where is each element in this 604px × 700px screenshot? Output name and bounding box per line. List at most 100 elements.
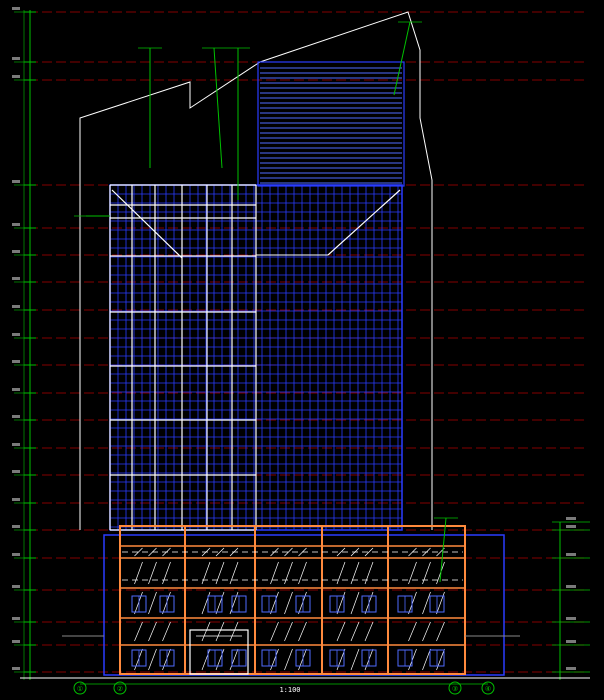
glass-hatch <box>148 561 157 585</box>
glass-hatch <box>298 648 307 671</box>
glass-hatch <box>134 621 143 642</box>
glass-hatch <box>436 591 445 615</box>
left-elevation-label <box>12 443 20 446</box>
left-elevation-label <box>12 525 20 528</box>
glass-hatch <box>284 591 293 615</box>
left-elevation-label <box>12 333 20 336</box>
podium-facade <box>20 525 590 679</box>
glass-hatch <box>408 621 417 642</box>
grid-bubble-label: ④ <box>485 685 491 693</box>
glass-hatch <box>298 591 307 615</box>
left-elevation-label <box>12 75 20 78</box>
elevation-svg: ① ② ③ ④ 1:100 <box>12 7 590 695</box>
glass-hatch <box>336 561 346 585</box>
left-elevation-label <box>12 617 20 620</box>
glass-hatch <box>350 621 360 642</box>
left-elevation-label <box>12 250 20 253</box>
glass-hatch <box>148 648 157 671</box>
glass-hatch <box>298 561 307 585</box>
left-elevation-label <box>12 360 20 363</box>
glass-hatch <box>215 648 225 671</box>
glass-hatch <box>270 648 279 671</box>
right-dimension-chain <box>552 517 590 680</box>
annotation-leader <box>439 517 447 583</box>
left-elevation-label <box>12 223 20 226</box>
glass-hatch <box>229 621 239 642</box>
grid-bubble-label: ② <box>117 685 123 693</box>
annotation-leader <box>213 47 223 169</box>
left-elevation-label <box>12 415 20 418</box>
left-elevation-label <box>12 180 20 183</box>
left-elevation-label <box>12 585 20 588</box>
glass-hatch <box>134 561 143 585</box>
left-elevation-label <box>12 470 20 473</box>
glass-hatch <box>422 561 431 585</box>
annotation-leader <box>393 21 411 96</box>
glass-hatch <box>134 648 143 671</box>
glass-hatch <box>350 648 360 671</box>
left-elevation-label <box>12 640 20 643</box>
glass-hatch <box>229 561 239 585</box>
glass-hatch <box>215 591 225 615</box>
glass-hatch <box>201 648 211 671</box>
glass-hatch <box>201 591 211 615</box>
glass-hatch <box>284 621 293 642</box>
curtain-wall-grid <box>109 184 403 531</box>
glass-hatch <box>364 561 374 585</box>
glass-hatch <box>148 621 157 642</box>
glass-hatch <box>162 561 171 585</box>
glass-hatch <box>270 621 279 642</box>
glass-hatch <box>422 621 431 642</box>
glass-hatch <box>134 591 143 615</box>
glass-hatch <box>436 621 445 642</box>
left-elevation-label <box>12 7 20 10</box>
grid-axis-bubbles: ① ② ③ ④ 1:100 <box>73 681 495 695</box>
elevation-drawing: ① ② ③ ④ 1:100 <box>0 0 604 700</box>
glass-hatch <box>148 591 157 615</box>
right-elevation-label <box>566 585 576 588</box>
grid-bubble-label: ① <box>77 685 83 693</box>
glass-hatch <box>201 561 211 585</box>
glass-hatch <box>270 561 279 585</box>
glass-hatch <box>284 561 293 585</box>
left-elevation-label <box>12 667 20 670</box>
bottom-dimension-label: 1:100 <box>279 686 300 694</box>
left-elevation-label <box>12 553 20 556</box>
glass-hatch <box>162 591 171 615</box>
left-dimension-chain <box>12 7 36 680</box>
grid-bubble-label: ③ <box>452 685 458 693</box>
glass-hatch <box>162 621 171 642</box>
return-diagonal-right <box>327 189 401 256</box>
glass-hatch <box>162 648 171 671</box>
left-elevation-label <box>12 57 20 60</box>
glass-hatch <box>422 591 431 615</box>
right-elevation-label <box>566 525 576 528</box>
glass-hatch <box>364 621 374 642</box>
right-elevation-label <box>566 667 576 670</box>
glass-hatch <box>229 591 239 615</box>
glass-hatch <box>350 591 360 615</box>
glass-hatch <box>422 648 431 671</box>
louver-frame <box>257 61 405 187</box>
right-elevation-label <box>566 553 576 556</box>
glass-hatch <box>350 561 360 585</box>
left-elevation-label <box>12 388 20 391</box>
glass-hatch <box>336 621 346 642</box>
glass-hatch <box>298 621 307 642</box>
glass-hatch <box>215 561 225 585</box>
glass-hatch <box>215 621 225 642</box>
level-lines <box>28 11 585 673</box>
glass-hatch <box>229 648 239 671</box>
roof-louver-panel <box>257 61 405 187</box>
glass-hatch <box>270 591 279 615</box>
glass-hatch <box>201 621 211 642</box>
right-elevation-label <box>566 517 576 520</box>
glass-hatch <box>436 648 445 671</box>
left-elevation-label <box>12 305 20 308</box>
left-elevation-label <box>12 277 20 280</box>
glass-hatch <box>408 561 417 585</box>
right-elevation-label <box>566 640 576 643</box>
left-elevation-label <box>12 498 20 501</box>
right-elevation-label <box>566 617 576 620</box>
glass-hatch <box>284 648 293 671</box>
